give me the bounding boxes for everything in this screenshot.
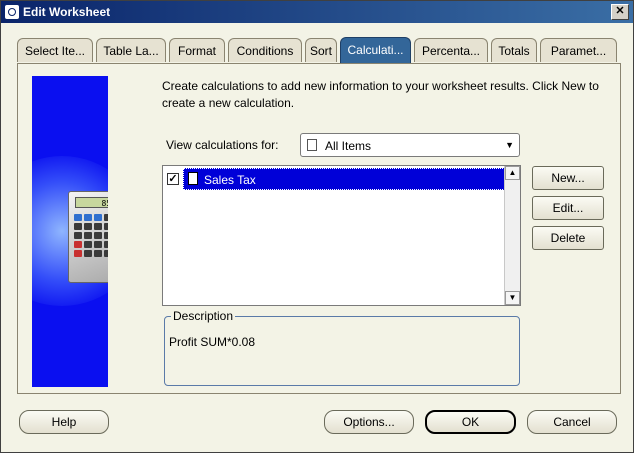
view-calculations-dropdown[interactable]: All Items ▼: [300, 133, 520, 157]
tab-sort[interactable]: Sort: [305, 38, 337, 62]
cancel-button[interactable]: Cancel: [527, 410, 617, 434]
options-button[interactable]: Options...: [324, 410, 414, 434]
calculation-item[interactable]: Sales Tax: [183, 168, 505, 190]
dropdown-value: All Items: [325, 139, 372, 153]
calculations-panel: 850 Create calculations to add new infor…: [17, 63, 621, 394]
description-group: Description Profit SUM*0.08: [164, 309, 520, 386]
view-calculations-label: View calculations for:: [166, 138, 279, 152]
tab-percentages[interactable]: Percenta...: [414, 38, 488, 62]
description-text: Profit SUM*0.08: [169, 335, 256, 349]
intro-text: Create calculations to add new informati…: [162, 79, 599, 110]
description-legend: Description: [171, 309, 236, 323]
help-button[interactable]: Help: [19, 410, 109, 434]
tab-calculations[interactable]: Calculati...: [340, 37, 411, 63]
calculation-label: Sales Tax: [204, 173, 256, 187]
calculation-document-icon: [188, 172, 198, 185]
title-bar[interactable]: Edit Worksheet ✕: [1, 1, 633, 23]
calculator-illustration: 850: [32, 76, 108, 387]
calculator-icon: 850: [68, 191, 108, 283]
scroll-up-icon[interactable]: ▲: [505, 166, 520, 180]
tab-parameters[interactable]: Paramet...: [540, 38, 617, 62]
edit-worksheet-dialog: Edit Worksheet ✕ Select Ite... Table La.…: [0, 0, 634, 453]
calculator-display: 850: [75, 197, 108, 208]
calculations-list[interactable]: ✓ Sales Tax ▲ ▼: [162, 165, 521, 306]
view-calculations-label-text: View calculations for:: [166, 138, 279, 152]
list-scrollbar[interactable]: ▲ ▼: [504, 166, 520, 305]
chevron-down-icon[interactable]: ▼: [505, 140, 514, 150]
list-item[interactable]: ✓ Sales Tax: [165, 168, 505, 190]
calculator-keys: [74, 214, 108, 257]
tab-select-items[interactable]: Select Ite...: [17, 38, 93, 62]
tab-conditions[interactable]: Conditions: [228, 38, 302, 62]
ok-button[interactable]: OK: [425, 410, 516, 434]
tab-table-layout[interactable]: Table La...: [96, 38, 166, 62]
document-icon: [307, 139, 317, 151]
delete-button[interactable]: Delete: [532, 226, 604, 250]
new-button[interactable]: New...: [532, 166, 604, 190]
close-button[interactable]: ✕: [611, 4, 629, 20]
calculation-checkbox[interactable]: ✓: [167, 173, 179, 185]
tab-format[interactable]: Format: [169, 38, 225, 62]
scroll-down-icon[interactable]: ▼: [505, 291, 520, 305]
edit-button[interactable]: Edit...: [532, 196, 604, 220]
window-title: Edit Worksheet: [23, 5, 111, 19]
tab-totals[interactable]: Totals: [491, 38, 537, 62]
app-icon: [5, 5, 19, 19]
